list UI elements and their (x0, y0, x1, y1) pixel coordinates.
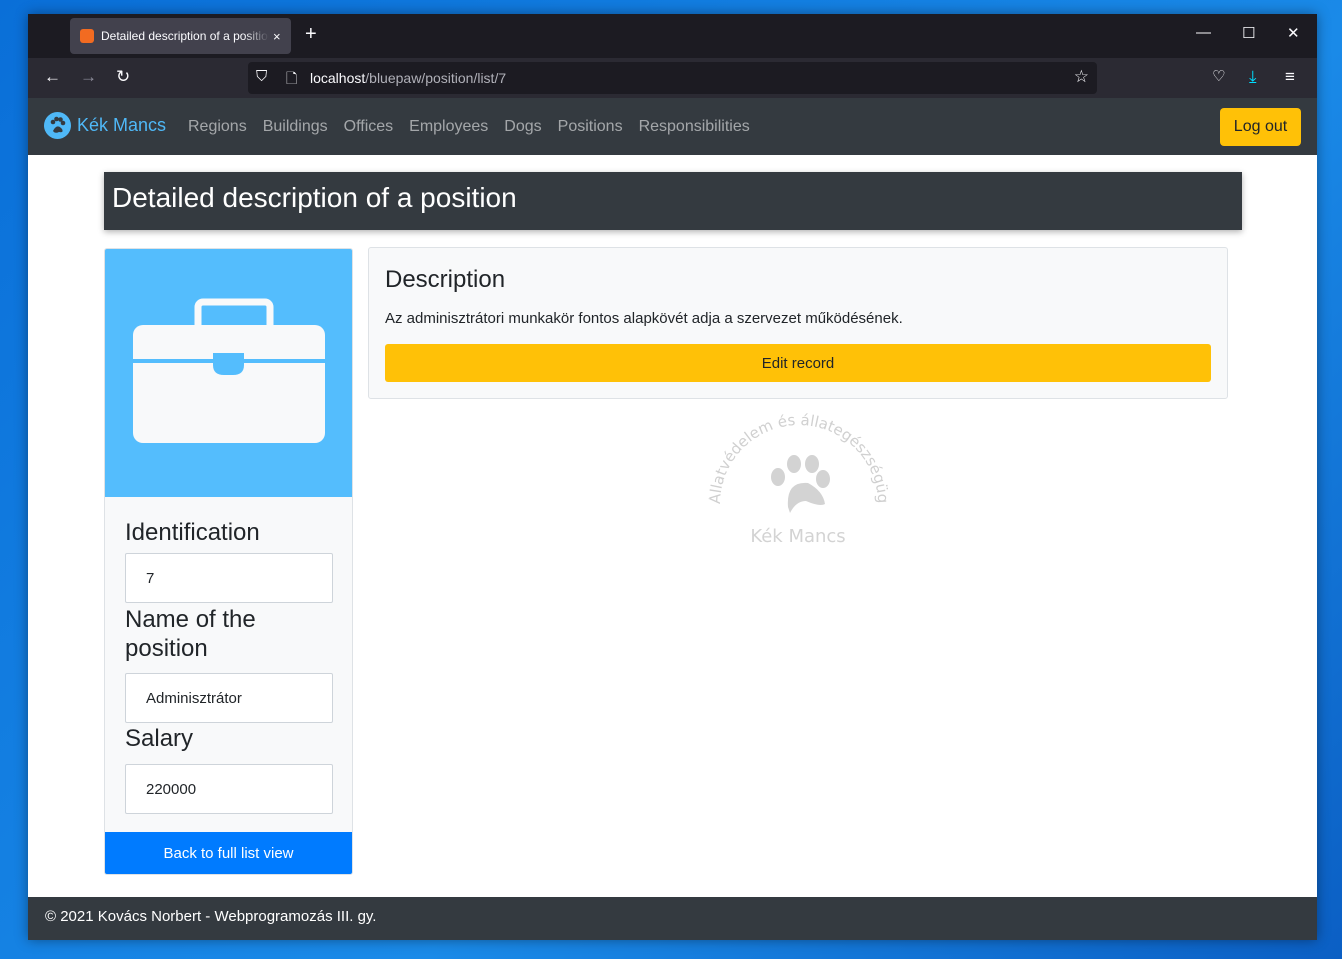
page-icon: 🗋 (286, 70, 298, 86)
nav-responsibilities[interactable]: Responsibilities (639, 118, 750, 136)
salary-label: Salary (125, 725, 194, 752)
brand-name: Kék Mancs (77, 115, 167, 135)
menu-icon[interactable]: ≡ (1285, 67, 1295, 87)
favicon-icon (80, 29, 94, 43)
nav-dogs[interactable]: Dogs (504, 118, 541, 136)
position-card: Identification 7 Name of the position Ad… (104, 248, 353, 875)
shield-icon[interactable]: ⛉ (256, 68, 267, 85)
close-window-icon[interactable]: ✕ (1287, 24, 1300, 42)
url-path: /bluepaw/position/list/7 (365, 70, 507, 86)
description-card: Description Az adminisztrátori munkakör … (368, 247, 1228, 399)
navbar: Kék Mancs Regions Buildings Offices Empl… (28, 98, 1317, 155)
paw-logo-icon (44, 112, 71, 139)
watermark-logo: Állatvédelem és állategészségügy Kék Man… (704, 395, 893, 554)
back-to-list-button[interactable]: Back to full list view (105, 832, 352, 874)
footer: © 2021 Kovács Norbert - Webprogramozás I… (28, 897, 1317, 940)
edit-record-button[interactable]: Edit record (385, 344, 1211, 382)
description-text: Az adminisztrátori munkakör fontos alapk… (385, 310, 903, 327)
bookmark-star-icon[interactable]: ☆ (1074, 67, 1089, 87)
back-icon[interactable]: ← (44, 67, 61, 87)
salary-field[interactable]: 220000 (125, 764, 333, 814)
logout-button[interactable]: Log out (1220, 108, 1301, 146)
identification-field[interactable]: 7 (125, 553, 333, 603)
download-icon[interactable]: ⤓ (1249, 67, 1257, 87)
description-heading: Description (385, 266, 506, 293)
tab-title: Detailed description of a position (101, 29, 269, 43)
minimize-icon[interactable]: — (1196, 24, 1211, 41)
brand-link[interactable]: Kék Mancs (44, 112, 166, 139)
address-bar[interactable]: ⛉ 🗋 localhost/bluepaw/position/list/7 ☆ (248, 62, 1097, 94)
page-title: Detailed description of a position (104, 172, 1242, 230)
nav-buildings[interactable]: Buildings (263, 118, 328, 136)
new-tab-button[interactable]: + (305, 23, 317, 46)
reload-icon[interactable]: ↻ (116, 67, 130, 87)
position-name-field[interactable]: Adminisztrátor (125, 673, 333, 723)
maximize-icon[interactable]: ☐ (1242, 24, 1255, 42)
browser-toolbar: ← → ↻ ⛉ 🗋 localhost/bluepaw/position/lis… (28, 58, 1317, 98)
nav-employees[interactable]: Employees (409, 118, 488, 136)
identification-label: Identification (125, 519, 260, 546)
forward-icon[interactable]: → (80, 67, 97, 87)
browser-window: Detailed description of a position × + —… (28, 14, 1317, 940)
nav-positions[interactable]: Positions (558, 118, 623, 136)
nav-regions[interactable]: Regions (188, 118, 247, 136)
svg-text:Kék Mancs: Kék Mancs (750, 526, 845, 547)
url-host: localhost (310, 70, 366, 86)
briefcase-icon (105, 249, 352, 497)
nav-offices[interactable]: Offices (344, 118, 394, 136)
position-name-label: Name of the position (125, 606, 256, 662)
browser-tab[interactable]: Detailed description of a position × (70, 18, 291, 54)
tab-bar: Detailed description of a position × + —… (28, 14, 1317, 58)
close-tab-icon[interactable]: × (273, 29, 281, 44)
pocket-icon[interactable]: ♡ (1212, 67, 1225, 85)
